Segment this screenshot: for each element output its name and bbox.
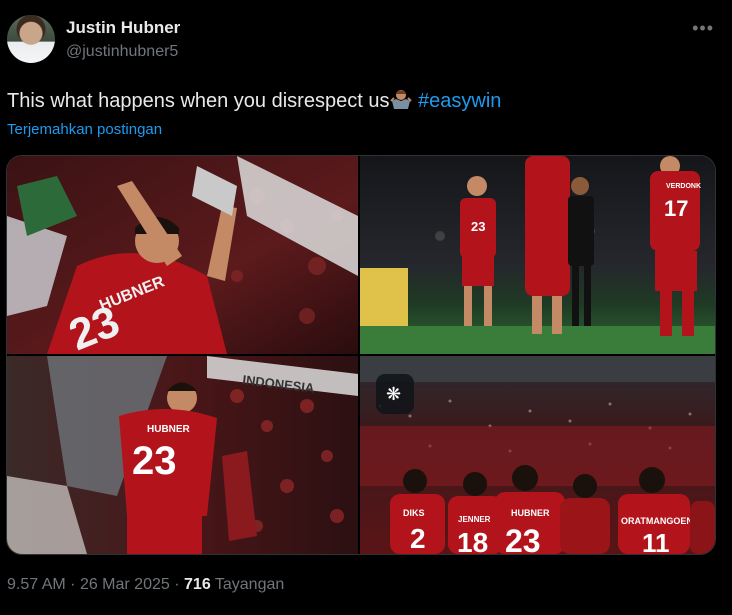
- photo-2-shirt-number-a: 23: [471, 219, 485, 234]
- photo-4-player-1-number: 2: [410, 523, 426, 554]
- photo-4-player-2-number: 18: [457, 527, 488, 554]
- author-handle[interactable]: @justinhubner5: [66, 43, 178, 61]
- tweet-text: This what happens when you disrespect us…: [7, 88, 501, 113]
- more-options-icon[interactable]: •••: [692, 18, 714, 39]
- media-photo-1[interactable]: HUBNER 23: [7, 156, 358, 354]
- views-label: Tayangan: [214, 576, 285, 593]
- brain-icon: ❋: [386, 384, 401, 405]
- views-count: 716: [184, 576, 211, 593]
- photo-3-shirt-name: HUBNER: [147, 424, 191, 435]
- photo-2-shirt-name-b: VERDONK: [666, 183, 701, 190]
- tweet-time[interactable]: 9.57 AM: [7, 576, 66, 593]
- photo-4-player-2-name: JENNER: [458, 515, 491, 524]
- photo-4-player-4-number: 11: [642, 528, 670, 554]
- media-photo-2[interactable]: 23 VERDONK 17: [360, 156, 715, 354]
- media-photo-4[interactable]: ❋ DIKS 2 JENNER 18 HUBNER 23 ORATMANGOEN…: [360, 356, 715, 554]
- photo-2-shirt-number-b: 17: [664, 196, 688, 221]
- tweet-date[interactable]: 26 Mar 2025: [80, 576, 170, 593]
- hashtag-link[interactable]: #easywin: [418, 90, 501, 112]
- person-shrugging-emoji-icon: [390, 88, 413, 110]
- photo-4-player-3-name: HUBNER: [511, 508, 550, 518]
- photo-4-player-3-number: 23: [505, 523, 541, 554]
- avatar[interactable]: [7, 15, 55, 63]
- media-photo-3[interactable]: INDONESIA HUBNER 23: [7, 356, 358, 554]
- tweet-meta: 9.57 AM · 26 Mar 2025 · 716 Tayangan: [7, 576, 284, 594]
- author-name[interactable]: Justin Hubner: [66, 18, 180, 38]
- photo-4-player-4-name: ORATMANGOEN: [621, 516, 693, 526]
- tweet-body: This what happens when you disrespect us: [7, 90, 390, 112]
- photo-3-shirt-number: 23: [132, 439, 177, 483]
- photo-4-player-1-name: DIKS: [403, 508, 425, 518]
- meta-separator: ·: [70, 576, 76, 593]
- translate-link[interactable]: Terjemahkan postingan: [7, 121, 162, 138]
- meta-separator-2: ·: [174, 576, 180, 593]
- media-grid: HUBNER 23 23 VERDONK 17 INDONESIA HUBNER…: [6, 155, 716, 555]
